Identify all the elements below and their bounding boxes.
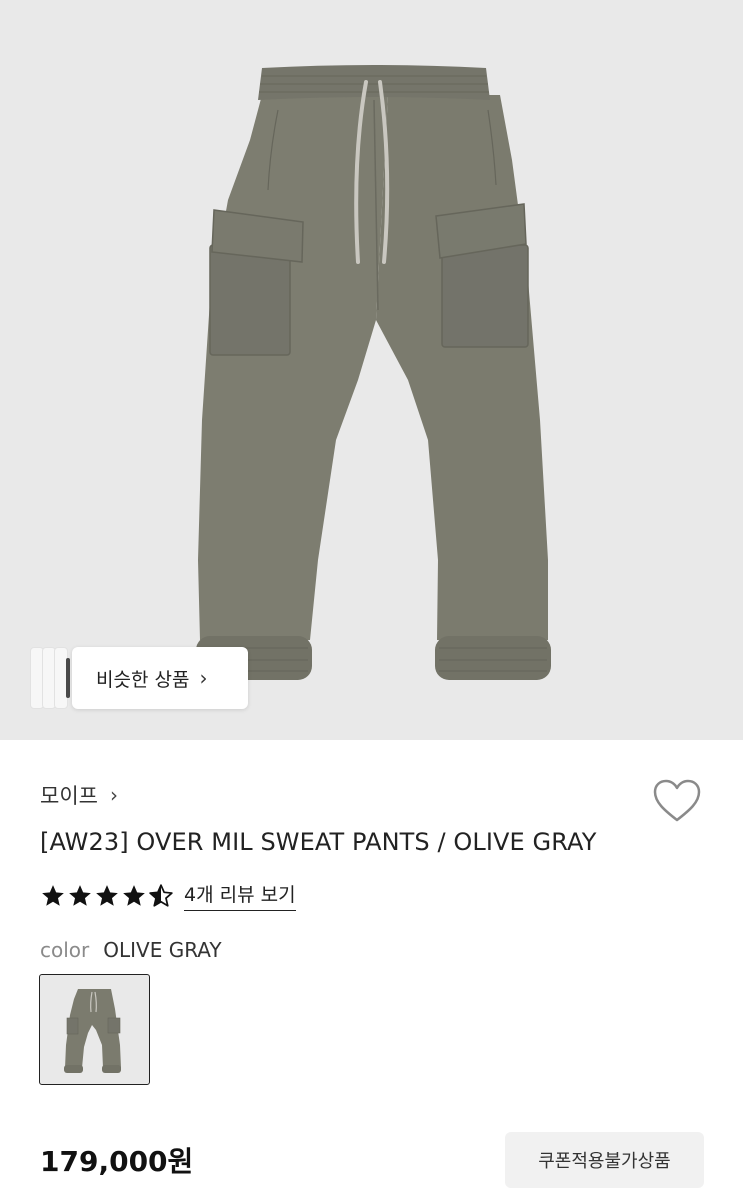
product-title: [AW23] OVER MIL SWEAT PANTS / OLIVE GRAY bbox=[40, 828, 597, 856]
heart-icon[interactable] bbox=[652, 778, 702, 824]
half-star-icon bbox=[149, 883, 173, 907]
price: 179,000원 bbox=[40, 1145, 194, 1178]
rating-stars bbox=[40, 883, 174, 909]
similar-products-label: 비슷한 상품 bbox=[96, 668, 190, 691]
color-value: OLIVE GRAY bbox=[103, 938, 222, 962]
chevron-right-icon: › bbox=[109, 783, 118, 807]
rating-row: 4개 리뷰 보기 bbox=[40, 880, 296, 911]
product-image[interactable]: 비슷한 상품 › bbox=[0, 0, 743, 740]
star-icon bbox=[69, 884, 91, 906]
similar-products-stack bbox=[30, 647, 78, 709]
star-icon bbox=[42, 884, 64, 906]
chevron-right-icon: › bbox=[199, 666, 208, 690]
similar-products-button[interactable]: 비슷한 상품 › bbox=[72, 647, 248, 709]
pants-image bbox=[196, 65, 551, 680]
stack-thumb bbox=[66, 658, 70, 698]
coupon-badge: 쿠폰적용불가상품 bbox=[505, 1132, 704, 1188]
star-icon bbox=[123, 884, 145, 906]
star-icon bbox=[96, 884, 118, 906]
swatch-pants-thumbnail bbox=[64, 989, 121, 1073]
color-row: color OLIVE GRAY bbox=[40, 938, 222, 962]
color-label: color bbox=[40, 938, 90, 962]
review-link[interactable]: 4개 리뷰 보기 bbox=[184, 880, 296, 911]
brand-link[interactable]: 모이프 › bbox=[40, 780, 118, 810]
color-swatch-olive-gray[interactable] bbox=[39, 974, 150, 1085]
brand-name: 모이프 bbox=[40, 784, 98, 808]
